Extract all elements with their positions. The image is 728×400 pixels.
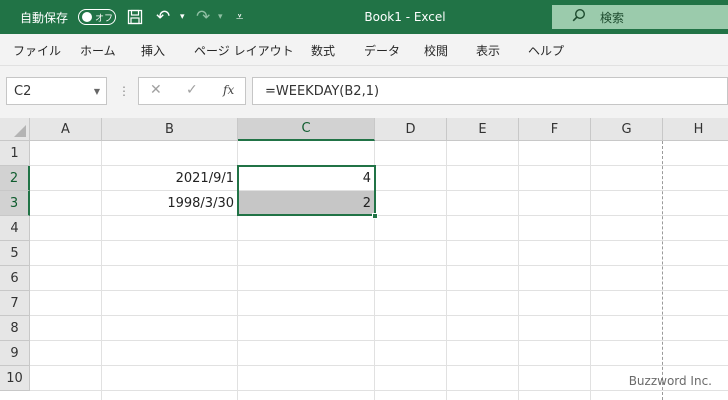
tab-help[interactable]: ヘルプ xyxy=(528,34,564,66)
gridline xyxy=(30,290,728,291)
gridline xyxy=(30,265,728,266)
name-box-value: C2 xyxy=(14,83,32,99)
watermark: Buzzword Inc. xyxy=(628,374,712,388)
gridline xyxy=(446,141,447,400)
tab-home[interactable]: ホーム xyxy=(80,34,116,66)
row-header-6[interactable]: 6 xyxy=(0,266,30,291)
autosave-state: オフ xyxy=(95,13,114,24)
column-header-h[interactable]: H xyxy=(663,118,728,141)
autosave-toggle[interactable]: オフ xyxy=(78,9,116,25)
search-box[interactable]: 検索 xyxy=(552,5,728,29)
row-header-9[interactable]: 9 xyxy=(0,341,30,366)
selection-range xyxy=(237,165,376,216)
fill-handle[interactable] xyxy=(372,213,378,219)
row-header-3[interactable]: 3 xyxy=(0,191,30,216)
search-icon xyxy=(572,8,586,26)
save-icon[interactable] xyxy=(127,0,143,34)
chevron-down-icon[interactable]: ▼ xyxy=(94,87,100,96)
insert-function-icon[interactable]: fx xyxy=(223,83,234,97)
column-header-f[interactable]: F xyxy=(519,118,591,141)
row-header-1[interactable]: 1 xyxy=(0,141,30,166)
tab-page-layout[interactable]: ページ レイアウト xyxy=(194,34,294,66)
tab-data[interactable]: データ xyxy=(364,34,400,66)
title-bar: 自動保存 オフ ↶ ▾ ↷ ▾ ⩡ Book1 - Excel 検索 xyxy=(0,0,728,34)
redo-dropdown-icon[interactable]: ▾ xyxy=(218,0,223,34)
gridline xyxy=(30,390,728,391)
cell-b3[interactable]: 1998/3/30 xyxy=(102,191,238,216)
tab-file[interactable]: ファイル xyxy=(13,34,61,66)
search-placeholder: 検索 xyxy=(600,10,625,25)
redo-icon[interactable]: ↷ xyxy=(196,0,210,34)
autosave-label: 自動保存 xyxy=(20,10,69,25)
row-header-8[interactable]: 8 xyxy=(0,316,30,341)
row-header-2[interactable]: 2 xyxy=(0,166,30,191)
row-header-7[interactable]: 7 xyxy=(0,291,30,316)
undo-dropdown-icon[interactable]: ▾ xyxy=(180,0,185,34)
column-header-g[interactable]: G xyxy=(591,118,663,141)
row-header-5[interactable]: 5 xyxy=(0,241,30,266)
formula-buttons: ✕ ✓ fx xyxy=(138,77,246,105)
gridline xyxy=(30,340,728,341)
row-header-10[interactable]: 10 xyxy=(0,366,30,391)
select-all-button[interactable] xyxy=(0,118,30,141)
tab-view[interactable]: 表示 xyxy=(476,34,500,66)
tab-review[interactable]: 校閲 xyxy=(424,34,448,66)
gridline xyxy=(518,141,519,400)
enter-icon[interactable]: ✓ xyxy=(186,82,198,98)
gridline xyxy=(30,240,728,241)
name-box[interactable]: C2 ▼ xyxy=(6,77,107,105)
drag-handle-icon[interactable]: ⋮ xyxy=(118,84,130,98)
tab-formulas[interactable]: 数式 xyxy=(311,34,335,66)
tab-insert[interactable]: 挿入 xyxy=(141,34,165,66)
undo-icon[interactable]: ↶ xyxy=(156,0,170,34)
customize-toolbar-icon[interactable]: ⩡ xyxy=(236,0,243,34)
column-header-b[interactable]: B xyxy=(102,118,238,141)
gridline xyxy=(590,141,591,400)
column-header-a[interactable]: A xyxy=(30,118,102,141)
select-all-triangle-icon xyxy=(14,125,26,137)
column-header-d[interactable]: D xyxy=(375,118,447,141)
page-break-line xyxy=(662,141,663,400)
cell-b2[interactable]: 2021/9/1 xyxy=(102,166,238,191)
column-header-c[interactable]: C xyxy=(238,118,375,141)
gridline xyxy=(30,365,728,366)
gridline xyxy=(30,315,728,316)
toggle-knob xyxy=(82,12,92,22)
document-title: Book1 - Excel xyxy=(364,10,446,24)
ribbon-tabs: ファイル ホーム 挿入 ページ レイアウト 数式 データ 校閲 表示 ヘルプ xyxy=(0,34,728,66)
column-header-e[interactable]: E xyxy=(447,118,519,141)
cancel-icon[interactable]: ✕ xyxy=(150,82,162,98)
row-header-4[interactable]: 4 xyxy=(0,216,30,241)
worksheet-grid: A B C D E F G H 1 2 3 4 5 6 7 8 9 10 202… xyxy=(0,118,728,400)
formula-input[interactable]: =WEEKDAY(B2,1) xyxy=(252,77,728,105)
